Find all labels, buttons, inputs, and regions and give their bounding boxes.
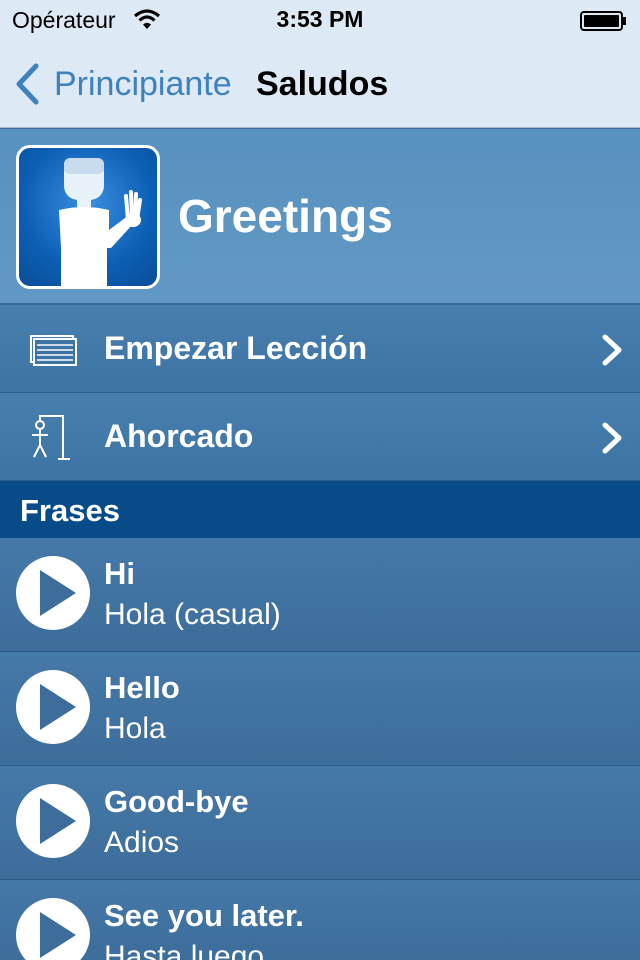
status-bar: Opérateur 3:53 PM [0, 0, 640, 40]
clock-time: 3:53 PM [276, 6, 364, 32]
chevron-left-icon [16, 63, 39, 105]
navigation-bar: Principiante Saludos [0, 40, 640, 128]
start-lesson-label: Empezar Lección [104, 330, 368, 366]
play-icon[interactable] [16, 898, 90, 960]
hangman-icon [32, 415, 70, 460]
phrase-english: Hello [104, 670, 180, 705]
hangman-label: Ahorcado [104, 418, 254, 454]
flashcards-icon [30, 335, 77, 366]
phrase-row[interactable]: Hi Hola (casual) [0, 538, 640, 652]
phrase-english: See you later. [104, 898, 304, 933]
phrase-spanish: Hola (casual) [104, 598, 281, 631]
start-lesson-row[interactable]: Empezar Lección [0, 305, 640, 393]
phrase-row[interactable]: See you later. Hasta luego [0, 880, 640, 960]
lesson-header: Greetings [0, 129, 640, 305]
battery-icon [580, 11, 626, 31]
play-icon[interactable] [16, 556, 90, 630]
phrase-row[interactable]: Hello Hola [0, 652, 640, 766]
lesson-image [16, 145, 160, 289]
phrase-english: Hi [104, 556, 135, 591]
phrase-row[interactable]: Good-bye Adios [0, 766, 640, 880]
section-title: Frases [20, 493, 120, 528]
phrase-english: Good-bye [104, 784, 249, 819]
phrase-spanish: Adios [104, 826, 180, 859]
back-button-label: Principiante [54, 64, 232, 103]
back-button[interactable]: Principiante [14, 62, 232, 106]
play-icon[interactable] [16, 784, 90, 858]
play-icon[interactable] [16, 670, 90, 744]
lesson-title: Greetings [178, 190, 393, 242]
page-title: Saludos [256, 65, 389, 103]
hangman-row[interactable]: Ahorcado [0, 393, 640, 481]
waving-person-icon [59, 158, 142, 286]
phrases-section-header: Frases [0, 481, 640, 538]
phrase-spanish: Hasta luego [104, 940, 265, 960]
phrase-spanish: Hola [104, 712, 166, 745]
chevron-right-icon [602, 334, 622, 366]
chevron-right-icon [602, 422, 622, 454]
